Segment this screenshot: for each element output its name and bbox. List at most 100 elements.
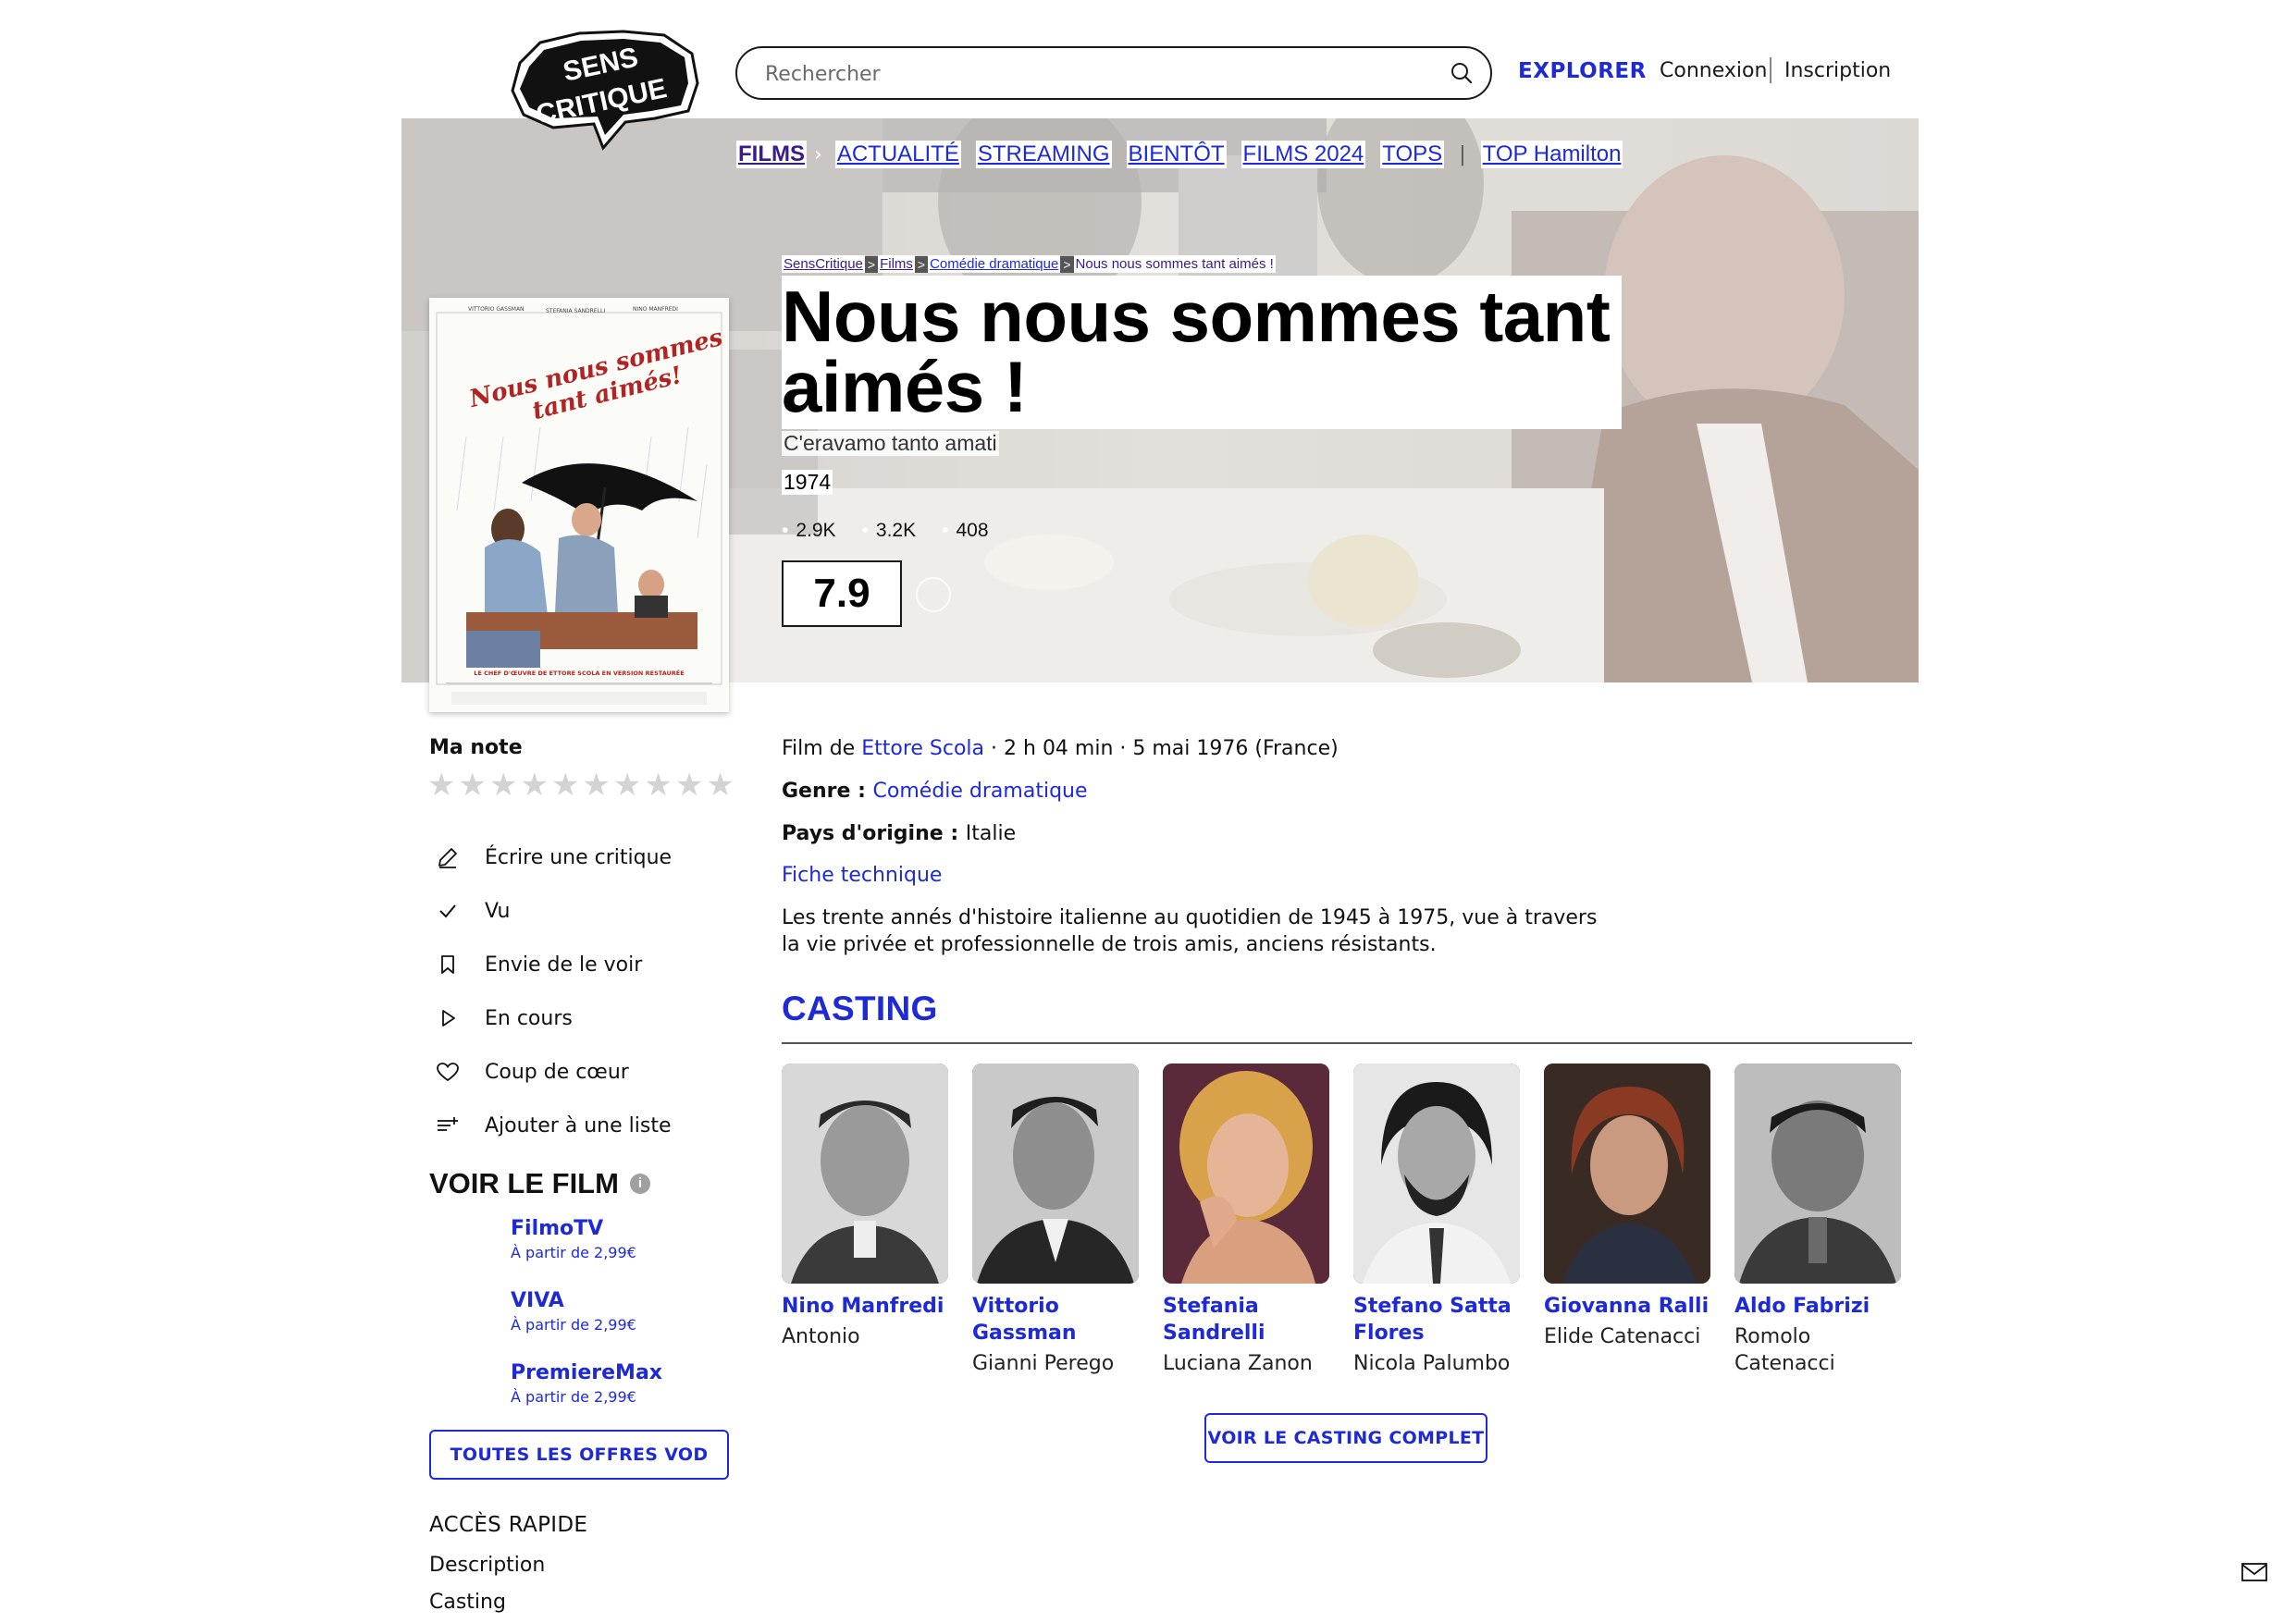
vod-offer[interactable]: VIVA À partir de 2,99€ bbox=[511, 1287, 662, 1359]
actor-photo[interactable] bbox=[782, 1064, 948, 1284]
casting-title: CASTING bbox=[782, 990, 938, 1027]
cast-card[interactable]: Giovanna Ralli Elide Catenacci bbox=[1544, 1064, 1710, 1350]
star-icon[interactable]: ★ bbox=[706, 769, 734, 801]
original-title: C'eravamo tanto amati bbox=[782, 431, 999, 456]
login-link[interactable]: Connexion bbox=[1660, 59, 1767, 82]
quick-access-links: Description Casting bbox=[429, 1554, 545, 1623]
release-year: 1974 bbox=[782, 470, 833, 495]
star-icon[interactable]: ★ bbox=[582, 769, 610, 801]
breadcrumb: SensCritique > Films > Comédie dramatiqu… bbox=[782, 255, 1276, 273]
search-bar[interactable] bbox=[735, 46, 1492, 100]
character-name: Nicola Palumbo bbox=[1353, 1352, 1511, 1375]
actor-name[interactable]: Aldo Fabrizi bbox=[1734, 1293, 1901, 1320]
actor-name[interactable]: Vittorio Gassman bbox=[972, 1293, 1139, 1346]
poster-tagline: LE CHEF D'ŒUVRE DE ETTORE SCOLA EN VERSI… bbox=[474, 669, 684, 677]
star-icon[interactable]: ★ bbox=[644, 769, 672, 801]
offer-price: À partir de 2,99€ bbox=[511, 1244, 636, 1261]
character-name: Romolo Catenacci bbox=[1734, 1325, 1835, 1375]
film-poster[interactable]: VITTORIO GASSMAN STEFANIA SANDRELLI NINO… bbox=[429, 298, 729, 712]
star-icon[interactable]: ★ bbox=[520, 769, 548, 801]
breadcrumb-separator: > bbox=[1060, 255, 1074, 273]
actor-name[interactable]: Giovanna Ralli bbox=[1544, 1293, 1710, 1320]
nav-films[interactable]: FILMS bbox=[736, 141, 807, 168]
info-icon[interactable]: i bbox=[629, 1174, 650, 1194]
senscritique-logo[interactable]: SENS CRITIQUE bbox=[507, 26, 705, 152]
offer-price: À partir de 2,99€ bbox=[511, 1316, 636, 1334]
nav-divider: | bbox=[1459, 142, 1466, 166]
synopsis: Les trente annés d'histoire italienne au… bbox=[782, 906, 1598, 956]
all-vod-offers-button[interactable]: TOUTES LES OFFRES VOD bbox=[429, 1430, 729, 1480]
tech-sheet-row: Fiche technique bbox=[782, 862, 942, 890]
action-label: Envie de le voir bbox=[485, 953, 643, 977]
nav-streaming[interactable]: STREAMING bbox=[975, 141, 1112, 168]
star-icon[interactable]: ★ bbox=[613, 769, 641, 801]
action-label: Ajouter à une liste bbox=[485, 1113, 672, 1137]
actor-name[interactable]: Nino Manfredi bbox=[782, 1293, 948, 1320]
average-rating[interactable]: 7.9 bbox=[782, 560, 902, 627]
write-review-button[interactable]: Écrire une critique bbox=[435, 830, 672, 884]
explorer-link[interactable]: EXPLORER bbox=[1518, 59, 1647, 83]
tech-sheet-link[interactable]: Fiche technique bbox=[782, 864, 942, 887]
offer-name[interactable]: FilmoTV bbox=[511, 1215, 662, 1243]
nav-top-hamilton[interactable]: TOP Hamilton bbox=[1480, 141, 1623, 168]
actor-photo[interactable] bbox=[1544, 1064, 1710, 1284]
film-meta-info: · 2 h 04 min · 5 mai 1976 (France) bbox=[984, 737, 1339, 760]
actor-photo[interactable] bbox=[972, 1064, 1139, 1284]
casting-divider bbox=[782, 1042, 1912, 1044]
film-stats: 2.9K 3.2K 408 bbox=[782, 520, 988, 542]
nav-films-2024[interactable]: FILMS 2024 bbox=[1241, 141, 1366, 168]
nav-actualite[interactable]: ACTUALITÉ bbox=[834, 141, 961, 168]
mail-icon[interactable] bbox=[2240, 1561, 2268, 1583]
breadcrumb-films[interactable]: Films bbox=[878, 255, 915, 273]
director-link[interactable]: Ettore Scola bbox=[861, 737, 984, 760]
seen-button[interactable]: Vu bbox=[435, 884, 672, 938]
quick-link-description[interactable]: Description bbox=[429, 1554, 545, 1591]
cast-card[interactable]: Stefano Satta Flores Nicola Palumbo bbox=[1353, 1064, 1520, 1377]
add-to-list-button[interactable]: Ajouter à une liste bbox=[435, 1099, 672, 1152]
nav-divider bbox=[1770, 57, 1771, 83]
actor-photo[interactable] bbox=[1353, 1064, 1520, 1284]
nav-tops[interactable]: TOPS bbox=[1380, 141, 1445, 168]
vod-offer[interactable]: FilmoTV À partir de 2,99€ bbox=[511, 1215, 662, 1287]
rating-distribution-icon[interactable] bbox=[916, 577, 951, 612]
search-input[interactable] bbox=[765, 57, 1413, 91]
cast-card[interactable]: Stefania Sandrelli Luciana Zanon bbox=[1163, 1064, 1329, 1377]
genre-link[interactable]: Comédie dramatique bbox=[873, 780, 1088, 803]
breadcrumb-home[interactable]: SensCritique bbox=[782, 255, 865, 273]
breadcrumb-separator: > bbox=[864, 255, 879, 273]
offer-name[interactable]: VIVA bbox=[511, 1287, 662, 1315]
genre-label: Genre : bbox=[782, 780, 873, 803]
poster-credit: VITTORIO GASSMAN bbox=[468, 306, 525, 313]
signup-link[interactable]: Inscription bbox=[1784, 59, 1891, 82]
rating-stars[interactable]: ★ ★ ★ ★ ★ ★ ★ ★ ★ ★ bbox=[427, 769, 734, 801]
favorite-button[interactable]: Coup de cœur bbox=[435, 1045, 672, 1099]
quick-access-title: ACCÈS RAPIDE bbox=[429, 1513, 588, 1537]
breadcrumb-current: Nous nous sommes tant aimés ! bbox=[1073, 255, 1276, 273]
star-icon[interactable]: ★ bbox=[427, 769, 455, 801]
cast-card[interactable]: Vittorio Gassman Gianni Perego bbox=[972, 1064, 1139, 1377]
actor-name[interactable]: Stefania Sandrelli bbox=[1163, 1293, 1329, 1346]
character-name: Elide Catenacci bbox=[1544, 1325, 1701, 1348]
add-list-icon bbox=[435, 1113, 461, 1138]
actor-name[interactable]: Stefano Satta Flores bbox=[1353, 1293, 1520, 1346]
stat-count: 3.2K bbox=[862, 520, 916, 542]
actor-photo[interactable] bbox=[1734, 1064, 1901, 1284]
full-casting-button[interactable]: VOIR LE CASTING COMPLET bbox=[1204, 1413, 1487, 1463]
star-icon[interactable]: ★ bbox=[675, 769, 703, 801]
actor-photo[interactable] bbox=[1163, 1064, 1329, 1284]
search-icon[interactable] bbox=[1448, 59, 1475, 87]
action-label: En cours bbox=[485, 1006, 573, 1030]
wishlist-button[interactable]: Envie de le voir bbox=[435, 938, 672, 991]
vod-offer[interactable]: PremiereMax À partir de 2,99€ bbox=[511, 1359, 662, 1432]
in-progress-button[interactable]: En cours bbox=[435, 991, 672, 1045]
star-icon[interactable]: ★ bbox=[551, 769, 579, 801]
cast-card[interactable]: Nino Manfredi Antonio bbox=[782, 1064, 948, 1350]
cast-card[interactable]: Aldo Fabrizi Romolo Catenacci bbox=[1734, 1064, 1901, 1377]
poster-credit: NINO MANFREDI bbox=[633, 306, 678, 313]
offer-name[interactable]: PremiereMax bbox=[511, 1359, 662, 1387]
star-icon[interactable]: ★ bbox=[458, 769, 486, 801]
nav-bientot[interactable]: BIENTÔT bbox=[1126, 141, 1227, 168]
star-icon[interactable]: ★ bbox=[489, 769, 517, 801]
quick-link-casting[interactable]: Casting bbox=[429, 1591, 545, 1623]
breadcrumb-genre[interactable]: Comédie dramatique bbox=[928, 255, 1061, 273]
